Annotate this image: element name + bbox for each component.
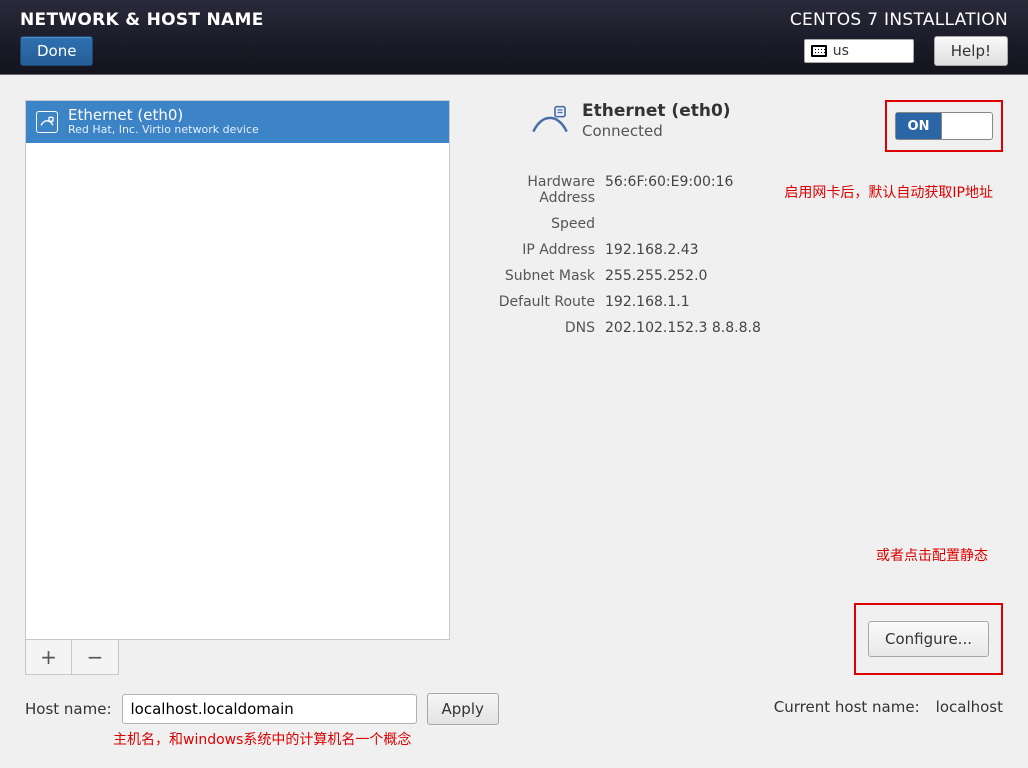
main-area: Ethernet (eth0) Red Hat, Inc. Virtio net…: [0, 75, 1028, 675]
dns-value: 202.102.152.3 8.8.8.8: [605, 320, 1003, 336]
device-item-texts: Ethernet (eth0) Red Hat, Inc. Virtio net…: [68, 107, 259, 137]
add-remove-toolbar: + −: [25, 640, 119, 675]
hostname-bar: Host name: Apply 主机名，和windows系统中的计算机名一个概…: [0, 675, 1028, 749]
detail-header-row: Ethernet (eth0) Connected ON: [475, 100, 1003, 152]
keyboard-icon: [811, 45, 827, 57]
default-route-value: 192.168.1.1: [605, 294, 1003, 310]
detail-header: Ethernet (eth0) Connected: [530, 100, 731, 140]
ip-address-label: IP Address: [475, 242, 595, 258]
hostname-row: Host name: Apply: [25, 693, 499, 725]
device-list[interactable]: Ethernet (eth0) Red Hat, Inc. Virtio net…: [25, 100, 450, 640]
configure-annotation-box: Configure...: [854, 603, 1003, 675]
subnet-mask-value: 255.255.252.0: [605, 268, 1003, 284]
page-title: NETWORK & HOST NAME: [20, 10, 264, 30]
detail-device-name: Ethernet (eth0): [582, 101, 731, 121]
annotation-configure-note: 或者点击配置静态: [876, 545, 988, 565]
add-device-button[interactable]: +: [26, 640, 72, 674]
toggle-annotation-box: ON: [885, 100, 1003, 152]
subnet-mask-label: Subnet Mask: [475, 268, 595, 284]
ethernet-icon: [36, 111, 58, 133]
connection-toggle[interactable]: ON: [895, 112, 993, 140]
annotation-hostname-note: 主机名，和windows系统中的计算机名一个概念: [113, 729, 499, 749]
default-route-label: Default Route: [475, 294, 595, 310]
keyboard-layout-label: us: [833, 43, 849, 59]
keyboard-layout-selector[interactable]: us: [804, 39, 914, 63]
toggle-off-side: [942, 113, 992, 139]
device-detail-column: Ethernet (eth0) Connected ON 启用网卡后，默认自动获…: [475, 100, 1003, 675]
detail-titles: Ethernet (eth0) Connected: [582, 101, 731, 140]
device-item-name: Ethernet (eth0): [68, 107, 259, 124]
current-hostname: Current host name: localhost: [774, 698, 1003, 716]
ip-address-value: 192.168.2.43: [605, 242, 1003, 258]
dns-label: DNS: [475, 320, 595, 336]
hostname-left: Host name: Apply 主机名，和windows系统中的计算机名一个概…: [25, 693, 499, 749]
help-button[interactable]: Help!: [934, 36, 1008, 66]
header-right: CENTOS 7 INSTALLATION us Help!: [790, 10, 1008, 69]
hostname-label: Host name:: [25, 700, 112, 718]
detail-device-status: Connected: [582, 122, 731, 140]
hostname-input[interactable]: [122, 694, 417, 724]
configure-button[interactable]: Configure...: [868, 621, 989, 657]
header-left: NETWORK & HOST NAME Done: [20, 10, 264, 69]
done-button[interactable]: Done: [20, 36, 93, 66]
remove-device-button[interactable]: −: [72, 640, 118, 674]
ethernet-large-icon: [530, 100, 570, 140]
annotation-enable-note: 启用网卡后，默认自动获取IP地址: [784, 182, 993, 202]
install-title: CENTOS 7 INSTALLATION: [790, 10, 1008, 30]
apply-button[interactable]: Apply: [427, 693, 499, 725]
header-bar: NETWORK & HOST NAME Done CENTOS 7 INSTAL…: [0, 0, 1028, 75]
device-item-description: Red Hat, Inc. Virtio network device: [68, 124, 259, 137]
device-list-column: Ethernet (eth0) Red Hat, Inc. Virtio net…: [25, 100, 450, 675]
speed-label: Speed: [475, 216, 595, 232]
speed-value: [605, 216, 1003, 232]
header-buttons: us Help!: [804, 36, 1008, 66]
device-item-eth0[interactable]: Ethernet (eth0) Red Hat, Inc. Virtio net…: [26, 101, 449, 143]
current-hostname-value: localhost: [936, 698, 1003, 716]
toggle-on-label: ON: [896, 113, 942, 139]
current-hostname-label: Current host name:: [774, 698, 920, 716]
hardware-address-label: Hardware Address: [475, 174, 595, 206]
